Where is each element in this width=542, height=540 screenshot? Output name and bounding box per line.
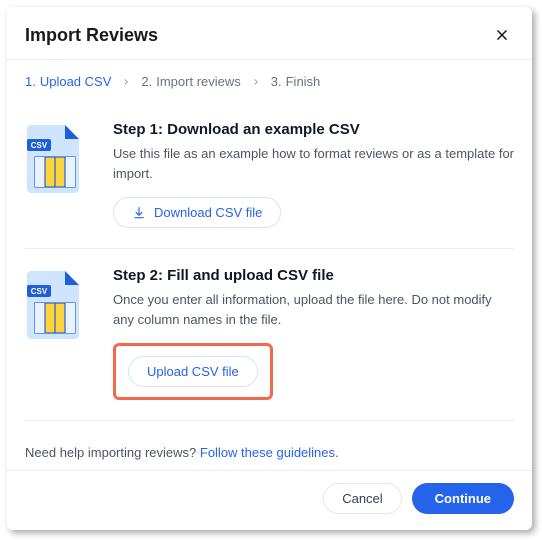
close-icon bbox=[495, 28, 509, 42]
svg-text:CSV: CSV bbox=[31, 287, 48, 296]
stepper-step-1[interactable]: 1.Upload CSV bbox=[25, 74, 111, 89]
modal-footer: Cancel Continue bbox=[7, 471, 532, 530]
stepper-step-2[interactable]: 2.Import reviews bbox=[141, 74, 240, 89]
section2-title: Step 2: Fill and upload CSV file bbox=[113, 267, 514, 284]
csv-file-icon: CSV bbox=[25, 121, 91, 228]
continue-button[interactable]: Continue bbox=[412, 483, 514, 514]
upload-csv-button[interactable]: Upload CSV file bbox=[128, 356, 258, 387]
stepper-step-3[interactable]: 3.Finish bbox=[271, 74, 321, 89]
download-csv-label: Download CSV file bbox=[154, 205, 262, 220]
modal-title: Import Reviews bbox=[25, 25, 158, 46]
close-button[interactable] bbox=[490, 23, 514, 47]
section2-desc: Once you enter all information, upload t… bbox=[113, 290, 514, 329]
section1-desc: Use this file as an example how to forma… bbox=[113, 144, 514, 183]
upload-csv-label: Upload CSV file bbox=[147, 364, 239, 379]
chevron-right-icon bbox=[251, 77, 261, 87]
chevron-right-icon bbox=[121, 77, 131, 87]
upload-highlight: Upload CSV file bbox=[113, 343, 273, 400]
modal-header: Import Reviews bbox=[7, 7, 532, 59]
divider bbox=[25, 420, 514, 421]
help-guidelines-link[interactable]: Follow these guidelines. bbox=[200, 445, 339, 460]
help-text: Need help importing reviews? Follow thes… bbox=[7, 431, 532, 470]
section-upload-csv: CSV Step 2: Fill and upload CSV file Onc… bbox=[25, 249, 514, 420]
svg-text:CSV: CSV bbox=[31, 141, 48, 150]
download-csv-button[interactable]: Download CSV file bbox=[113, 197, 281, 228]
csv-file-icon: CSV bbox=[25, 267, 91, 400]
section1-title: Step 1: Download an example CSV bbox=[113, 121, 514, 138]
stepper: 1.Upload CSV 2.Import reviews 3.Finish bbox=[7, 60, 532, 103]
section-download-example: CSV Step 1: Download an example CSV Use … bbox=[25, 103, 514, 248]
cancel-button[interactable]: Cancel bbox=[323, 483, 401, 514]
download-icon bbox=[132, 206, 146, 220]
import-reviews-modal: Import Reviews 1.Upload CSV 2.Import rev… bbox=[7, 7, 532, 530]
